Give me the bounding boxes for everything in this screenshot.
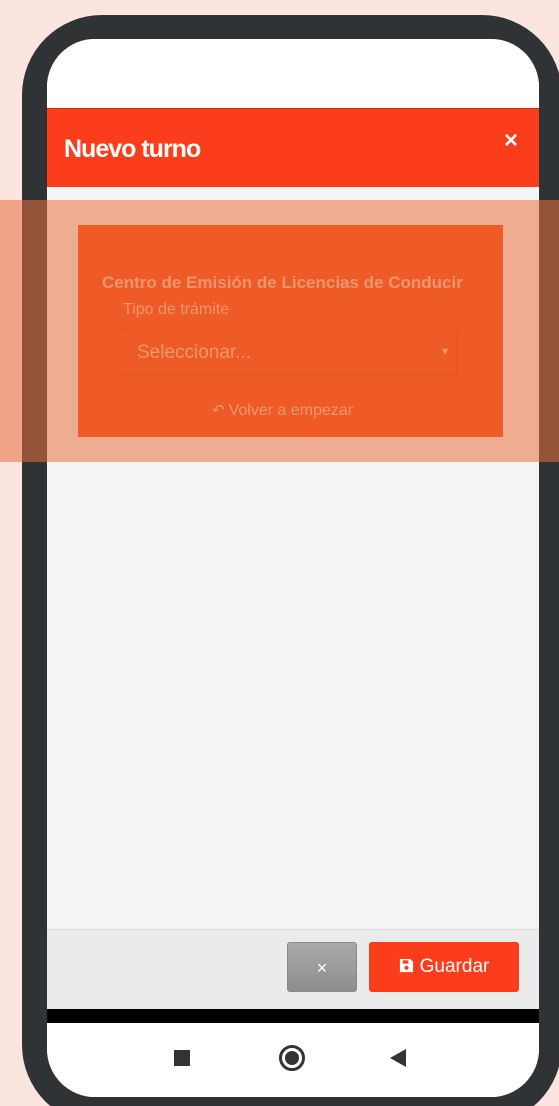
modal-body: Centro de Emisión de Licencias de Conduc… [47,187,539,929]
tipo-tramite-select[interactable]: Seleccionar... ▾ [122,329,458,376]
undo-icon: ↶ [212,402,225,419]
restart-label: Volver a empezar [228,402,354,419]
restart-link[interactable]: ↶ Volver a empezar [212,401,353,420]
form-card: Centro de Emisión de Licencias de Conduc… [78,225,503,437]
select-value: Seleccionar... [137,342,252,363]
divider-bar [47,1009,539,1023]
tipo-tramite-label: Tipo de trámite [123,301,230,318]
modal-header: Nuevo turno × [47,108,539,188]
close-icon[interactable]: × [501,129,521,153]
modal-footer: × Guardar [47,929,539,1010]
save-label: Guardar [419,956,490,977]
cancel-button[interactable]: × [287,942,357,992]
android-nav-bar [47,1023,539,1097]
floppy-disk-icon [399,958,413,973]
circle-icon[interactable] [279,1045,305,1071]
page: Nuevo turno × Centro de Emisión de Licen… [0,0,559,1106]
centro-label: Centro de Emisión de Licencias de Conduc… [102,273,463,292]
status-area [47,39,539,108]
phone-screen: Nuevo turno × Centro de Emisión de Licen… [47,39,539,1097]
modal-title: Nuevo turno [64,135,201,163]
save-button[interactable]: Guardar [369,942,519,992]
square-icon[interactable] [174,1050,190,1066]
close-icon: × [316,958,328,978]
triangle-back-icon[interactable] [390,1049,406,1067]
chevron-down-icon: ▾ [441,344,448,358]
